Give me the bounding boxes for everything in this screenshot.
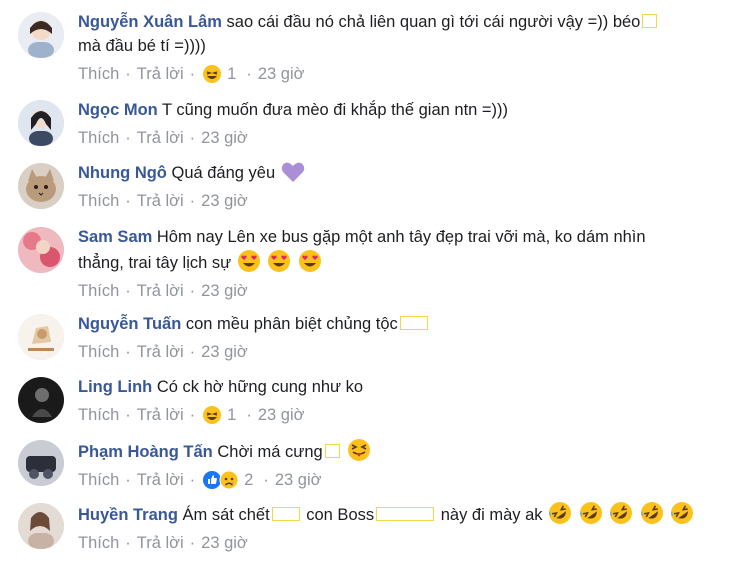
comment-author[interactable]: Phạm Hoàng Tấn [78,443,213,461]
comment-text: Chời má cưng [217,443,323,461]
comment-author[interactable]: Nhung Ngô [78,164,167,182]
comment-author[interactable]: Ngọc Mon [78,101,158,119]
separator: · [125,192,131,210]
comment-time[interactable]: 23 giờ [275,468,322,492]
reply-link[interactable]: Trả lời [137,189,184,213]
comment-text: Hôm nay Lên xe bus gặp một anh tây đẹp t… [156,228,646,246]
comment-time[interactable]: 23 giờ [201,340,248,364]
reaction-count: 1 [227,406,237,424]
reply-link[interactable]: Trả lời [137,62,184,86]
separator: · [246,65,252,83]
heart-eyes-emoji-icon [298,250,321,272]
avatar[interactable] [18,163,64,209]
comment-author[interactable]: Huyền Trang [78,506,178,524]
like-link[interactable]: Thích [78,279,119,303]
emoji-group [236,250,323,272]
reply-link[interactable]: Trả lời [137,468,184,492]
separator: · [189,471,196,489]
comment-time[interactable]: 23 giờ [258,62,305,86]
separator: · [125,65,131,83]
separator: · [263,471,269,489]
like-link[interactable]: Thích [78,340,119,364]
squinting-tongue-emoji-icon [348,439,371,461]
comment-text: Quá đáng yêu [171,164,276,182]
comment-text-part2: con Boss [306,506,375,524]
heart-eyes-emoji-icon [237,250,260,272]
comment-text: con mều phân biệt chủng tộc [185,315,398,333]
missing-glyph-icon [399,316,428,330]
reply-link[interactable]: Trả lời [137,126,184,150]
heart-eyes-emoji-icon [268,250,291,272]
reply-link[interactable]: Trả lời [137,279,184,303]
separator: · [189,129,196,147]
separator: · [125,471,131,489]
separator: · [189,406,196,424]
rofl-emoji-icon [610,502,633,524]
separator: · [125,343,131,361]
like-link[interactable]: Thích [78,189,119,213]
missing-glyph-icon [376,507,435,521]
separator: · [246,406,252,424]
comment-time[interactable]: 23 giờ [201,279,248,303]
separator: · [125,282,131,300]
comment-list: Nguyễn Xuân Lâm sao cái đầu nó chả liên … [0,0,747,586]
separator: · [189,282,196,300]
comment-text-line2: thẳng, trai tây lịch sự [78,254,232,272]
reply-link[interactable]: Trả lời [137,403,184,427]
comment-author[interactable]: Sam Sam [78,228,152,246]
purple-heart-icon [281,162,304,182]
avatar[interactable] [18,377,64,423]
rofl-emoji-icon [579,502,602,524]
haha-reaction-icon [203,406,222,424]
avatar[interactable] [18,12,64,58]
emoji-group [547,502,695,524]
separator: · [189,192,196,210]
reply-link[interactable]: Trả lời [137,531,184,555]
reaction-count: 1 [227,65,237,83]
avatar[interactable] [18,503,64,549]
comment-time[interactable]: 23 giờ [201,126,248,150]
like-link[interactable]: Thích [78,531,119,555]
reaction-summary[interactable] [201,470,240,490]
missing-glyph-icon [271,507,300,521]
separator: · [189,343,196,361]
comment-text: Có ck hờ hững cung như ko [156,378,364,396]
sad-reaction-icon [219,470,239,490]
comment-author[interactable]: Nguyễn Xuân Lâm [78,13,222,31]
comment-time[interactable]: 23 giờ [201,531,248,555]
comment-text-line2: mà đầu bé tí =)))) [78,37,206,55]
avatar[interactable] [18,100,64,146]
comment-time[interactable]: 23 giờ [201,189,248,213]
rofl-emoji-icon [640,502,663,524]
reply-link[interactable]: Trả lời [137,340,184,364]
like-link[interactable]: Thích [78,126,119,150]
avatar[interactable] [18,440,64,486]
reaction-summary[interactable] [201,405,223,425]
rofl-emoji-icon [549,502,572,524]
separator: · [189,65,196,83]
comment-author[interactable]: Ling Linh [78,378,152,396]
separator: · [125,406,131,424]
reaction-summary[interactable] [201,64,223,84]
comment-text: T cũng muốn đưa mèo đi khắp thế gian ntn… [162,101,509,119]
separator: · [125,534,131,552]
comment-text: Ám sát chết [182,506,270,524]
avatar[interactable] [18,314,64,360]
comment-text: sao cái đầu nó chả liên quan gì tới cái … [226,13,641,31]
comment-author[interactable]: Nguyễn Tuấn [78,315,181,333]
like-link[interactable]: Thích [78,403,119,427]
separator: · [125,129,131,147]
like-link[interactable]: Thích [78,468,119,492]
missing-glyph-icon [642,14,658,28]
comment-text-part3: này đi mày ak [440,506,543,524]
separator: · [189,534,196,552]
reaction-count: 2 [244,471,254,489]
haha-reaction-icon [203,65,222,83]
avatar[interactable] [18,227,64,273]
missing-glyph-icon [324,444,340,458]
comment-time[interactable]: 23 giờ [258,403,305,427]
rofl-emoji-icon [671,502,694,524]
like-link[interactable]: Thích [78,62,119,86]
